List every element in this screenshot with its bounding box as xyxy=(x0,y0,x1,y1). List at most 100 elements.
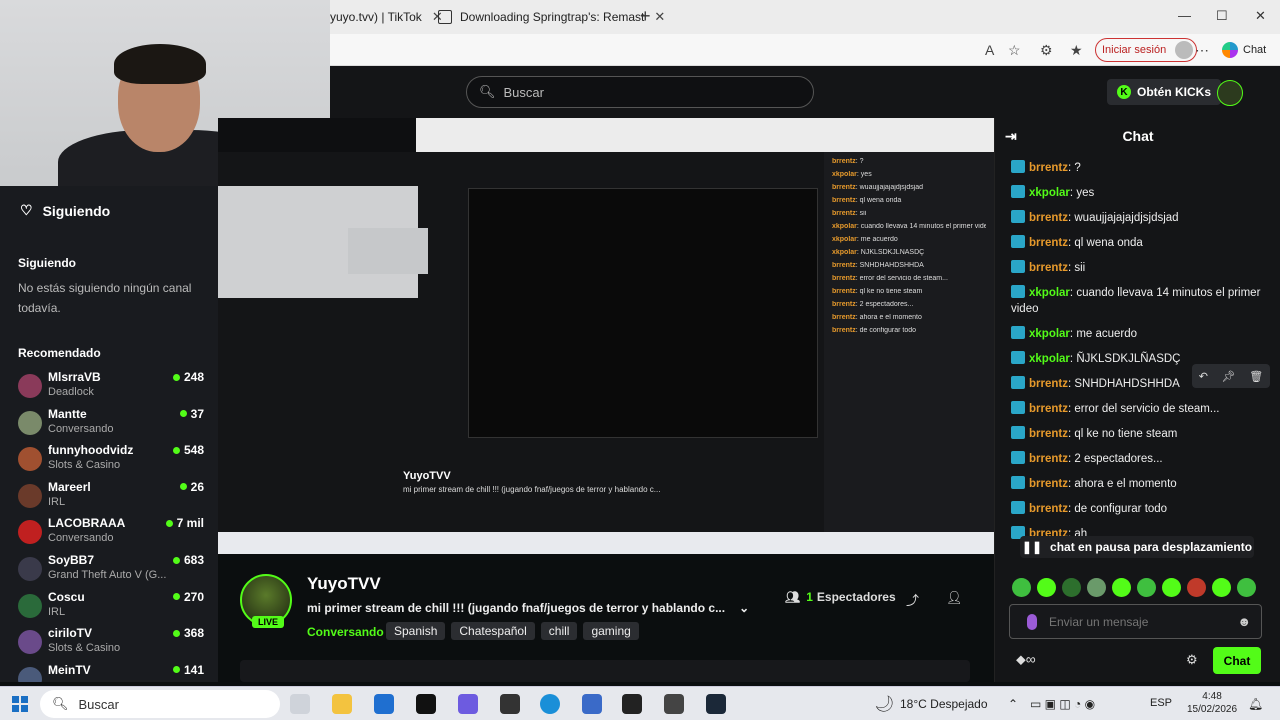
windows-start-icon[interactable] xyxy=(12,696,28,712)
delete-icon[interactable]: 🗑︎ xyxy=(1249,370,1263,383)
edge-icon[interactable] xyxy=(540,694,560,714)
shield-icon[interactable] xyxy=(582,694,602,714)
gear-icon[interactable]: ⚙ xyxy=(1186,652,1198,668)
clock[interactable]: 4:48 15/02/2026 xyxy=(1187,690,1237,716)
emoji-icon[interactable]: ☻ xyxy=(1237,614,1251,629)
emote-icon[interactable] xyxy=(1112,578,1131,597)
chat-message[interactable]: brrentz: 2 espectadores... xyxy=(1011,451,1275,467)
notification-icon[interactable]: 🔔︎ xyxy=(1248,697,1263,711)
maximize-icon[interactable]: ☐ xyxy=(1216,8,1228,24)
signin-button[interactable]: Iniciar sesión xyxy=(1095,38,1198,62)
sidebar-channel[interactable]: SoyBB7 Grand Theft Auto V (G... 683 xyxy=(18,553,204,589)
get-kicks-button[interactable]: K Obtén KICKs xyxy=(1107,79,1222,105)
app-icon[interactable] xyxy=(458,694,478,714)
extensions-icon[interactable]: ⚙ xyxy=(1040,42,1053,59)
share-icon[interactable]: ⤴ xyxy=(906,590,919,609)
chat-send-button[interactable]: Chat xyxy=(1213,647,1261,674)
chat-username[interactable]: brrentz xyxy=(1029,378,1068,390)
sidebar-channel[interactable]: MeinTV 141 xyxy=(18,663,204,682)
store-icon[interactable] xyxy=(374,694,394,714)
chat-username[interactable]: brrentz xyxy=(1029,237,1068,249)
sidebar-channel[interactable]: Mantte Conversando 37 xyxy=(18,407,204,443)
epic-games-icon[interactable] xyxy=(622,694,642,714)
more-menu-icon[interactable]: ⋯ xyxy=(1195,42,1209,59)
taskbar-search[interactable]: 🔍︎ Buscar xyxy=(40,690,280,718)
chat-username[interactable]: xkpolar xyxy=(1029,287,1070,299)
emote-icon[interactable] xyxy=(1137,578,1156,597)
follow-user-icon[interactable]: 👤︎ xyxy=(946,590,963,606)
tray-icons[interactable]: ▭ ▣ ◫ ◔ ◉ xyxy=(1030,697,1095,711)
chevron-up-icon[interactable]: ⌃ xyxy=(1008,697,1018,711)
stream-category[interactable]: Conversando xyxy=(307,625,384,639)
user-avatar[interactable] xyxy=(1217,80,1243,106)
chat-input-field[interactable]: ☻ xyxy=(1009,604,1262,639)
chat-message[interactable]: brrentz: ql wena onda xyxy=(1011,235,1275,251)
chat-message-input[interactable] xyxy=(1049,614,1219,629)
sidebar-channel[interactable]: LACOBRAAA Conversando 7 mil xyxy=(18,516,204,552)
weather-text[interactable]: 18°C Despejado xyxy=(900,697,988,711)
sidebar-channel[interactable]: Mareerl IRL 26 xyxy=(18,480,204,516)
stream-tag[interactable]: Spanish xyxy=(386,622,446,640)
chat-message[interactable]: brrentz: ahora e el momento xyxy=(1011,476,1275,492)
emote-icon[interactable] xyxy=(1037,578,1056,597)
chevron-down-icon[interactable]: ⌄ xyxy=(739,601,749,615)
new-tab-icon[interactable]: + xyxy=(640,6,651,27)
favorite-star-icon[interactable]: ☆ xyxy=(1008,42,1021,59)
chat-message[interactable]: brrentz: ? xyxy=(1011,160,1275,176)
copilot-button[interactable]: Chat xyxy=(1222,42,1266,58)
chat-message[interactable]: brrentz: error del servicio de steam... xyxy=(1011,401,1275,417)
chat-username[interactable]: brrentz xyxy=(1029,428,1068,440)
obs-icon[interactable] xyxy=(500,694,520,714)
sidebar-channel[interactable]: MlsrraVB Deadlock 248 xyxy=(18,370,204,406)
language-indicator[interactable]: ESP xyxy=(1150,697,1172,709)
favorites-icon[interactable]: ★ xyxy=(1070,42,1083,59)
chat-username[interactable]: brrentz xyxy=(1029,503,1068,515)
chat-username[interactable]: brrentz xyxy=(1029,403,1068,415)
chat-message[interactable]: brrentz: sii xyxy=(1011,260,1275,276)
tab-springtrap[interactable]: Downloading Springtrap's: Remast ✕ xyxy=(438,4,665,30)
sidebar-following-toggle[interactable]: ♡ Siguiendo xyxy=(20,202,110,219)
chat-message[interactable]: brrentz: de configurar todo xyxy=(1011,501,1275,517)
chat-username[interactable]: brrentz xyxy=(1029,478,1068,490)
chat-username[interactable]: xkpolar xyxy=(1029,353,1070,365)
emote-icon[interactable] xyxy=(1212,578,1231,597)
collapse-chat-icon[interactable]: ⇥ xyxy=(1005,128,1017,145)
stream-tag[interactable]: Chatespañol xyxy=(451,622,535,640)
streamer-name[interactable]: YuyoTVV xyxy=(307,574,381,594)
chat-username[interactable]: brrentz xyxy=(1029,262,1068,274)
close-icon[interactable]: ✕ xyxy=(654,9,665,25)
chat-paused-banner[interactable]: ❚❚ chat en pausa para desplazamiento xyxy=(1020,536,1254,558)
emote-icon[interactable] xyxy=(1187,578,1206,597)
window-close-icon[interactable]: ✕ xyxy=(1255,8,1266,24)
sidebar-channel[interactable]: Coscu IRL 270 xyxy=(18,590,204,626)
emote-icon[interactable] xyxy=(1162,578,1181,597)
chat-message[interactable]: xkpolar: yes xyxy=(1011,185,1275,201)
emote-icon[interactable] xyxy=(1012,578,1031,597)
file-explorer-icon[interactable] xyxy=(332,694,352,714)
tiktok-icon[interactable] xyxy=(416,694,436,714)
emote-icon[interactable] xyxy=(1087,578,1106,597)
chat-message[interactable]: brrentz: ql ke no tiene steam xyxy=(1011,426,1275,442)
reply-icon[interactable]: ↶ xyxy=(1199,370,1208,383)
tab-tiktok[interactable]: yuyo.tvv) | TikTok ✕ xyxy=(330,4,443,30)
chat-username[interactable]: brrentz xyxy=(1029,212,1068,224)
channel-points-icon[interactable]: ⬥∞ xyxy=(1016,651,1036,668)
stream-tag[interactable]: gaming xyxy=(583,622,639,640)
pin-icon[interactable]: 📌︎ xyxy=(1222,370,1236,383)
emote-icon[interactable] xyxy=(1237,578,1256,597)
sidebar-channel[interactable]: funnyhoodvidz Slots & Casino 548 xyxy=(18,443,204,479)
chat-username[interactable]: xkpolar xyxy=(1029,187,1070,199)
chat-message[interactable]: xkpolar: me acuerdo xyxy=(1011,326,1275,342)
minimize-icon[interactable]: — xyxy=(1178,8,1191,23)
emote-icon[interactable] xyxy=(1062,578,1081,597)
app-icon[interactable] xyxy=(664,694,684,714)
stream-tag[interactable]: chill xyxy=(540,622,578,640)
stream-video-player[interactable]: brrentz: ? xkpolar: yes brrentz: wuaujjaja… xyxy=(218,118,994,554)
chat-username[interactable]: brrentz xyxy=(1029,162,1068,174)
chat-message[interactable]: xkpolar: cuando llevava 14 minutos el pr… xyxy=(1011,285,1275,317)
search-input[interactable]: 🔍︎ Buscar xyxy=(466,76,814,108)
sidebar-channel[interactable]: ciriloTV Slots & Casino 368 xyxy=(18,626,204,662)
chat-message[interactable]: brrentz: wuaujjajajajdjsjdsjad xyxy=(1011,210,1275,226)
chat-username[interactable]: brrentz xyxy=(1029,453,1068,465)
read-aloud-icon[interactable]: A xyxy=(985,42,994,58)
